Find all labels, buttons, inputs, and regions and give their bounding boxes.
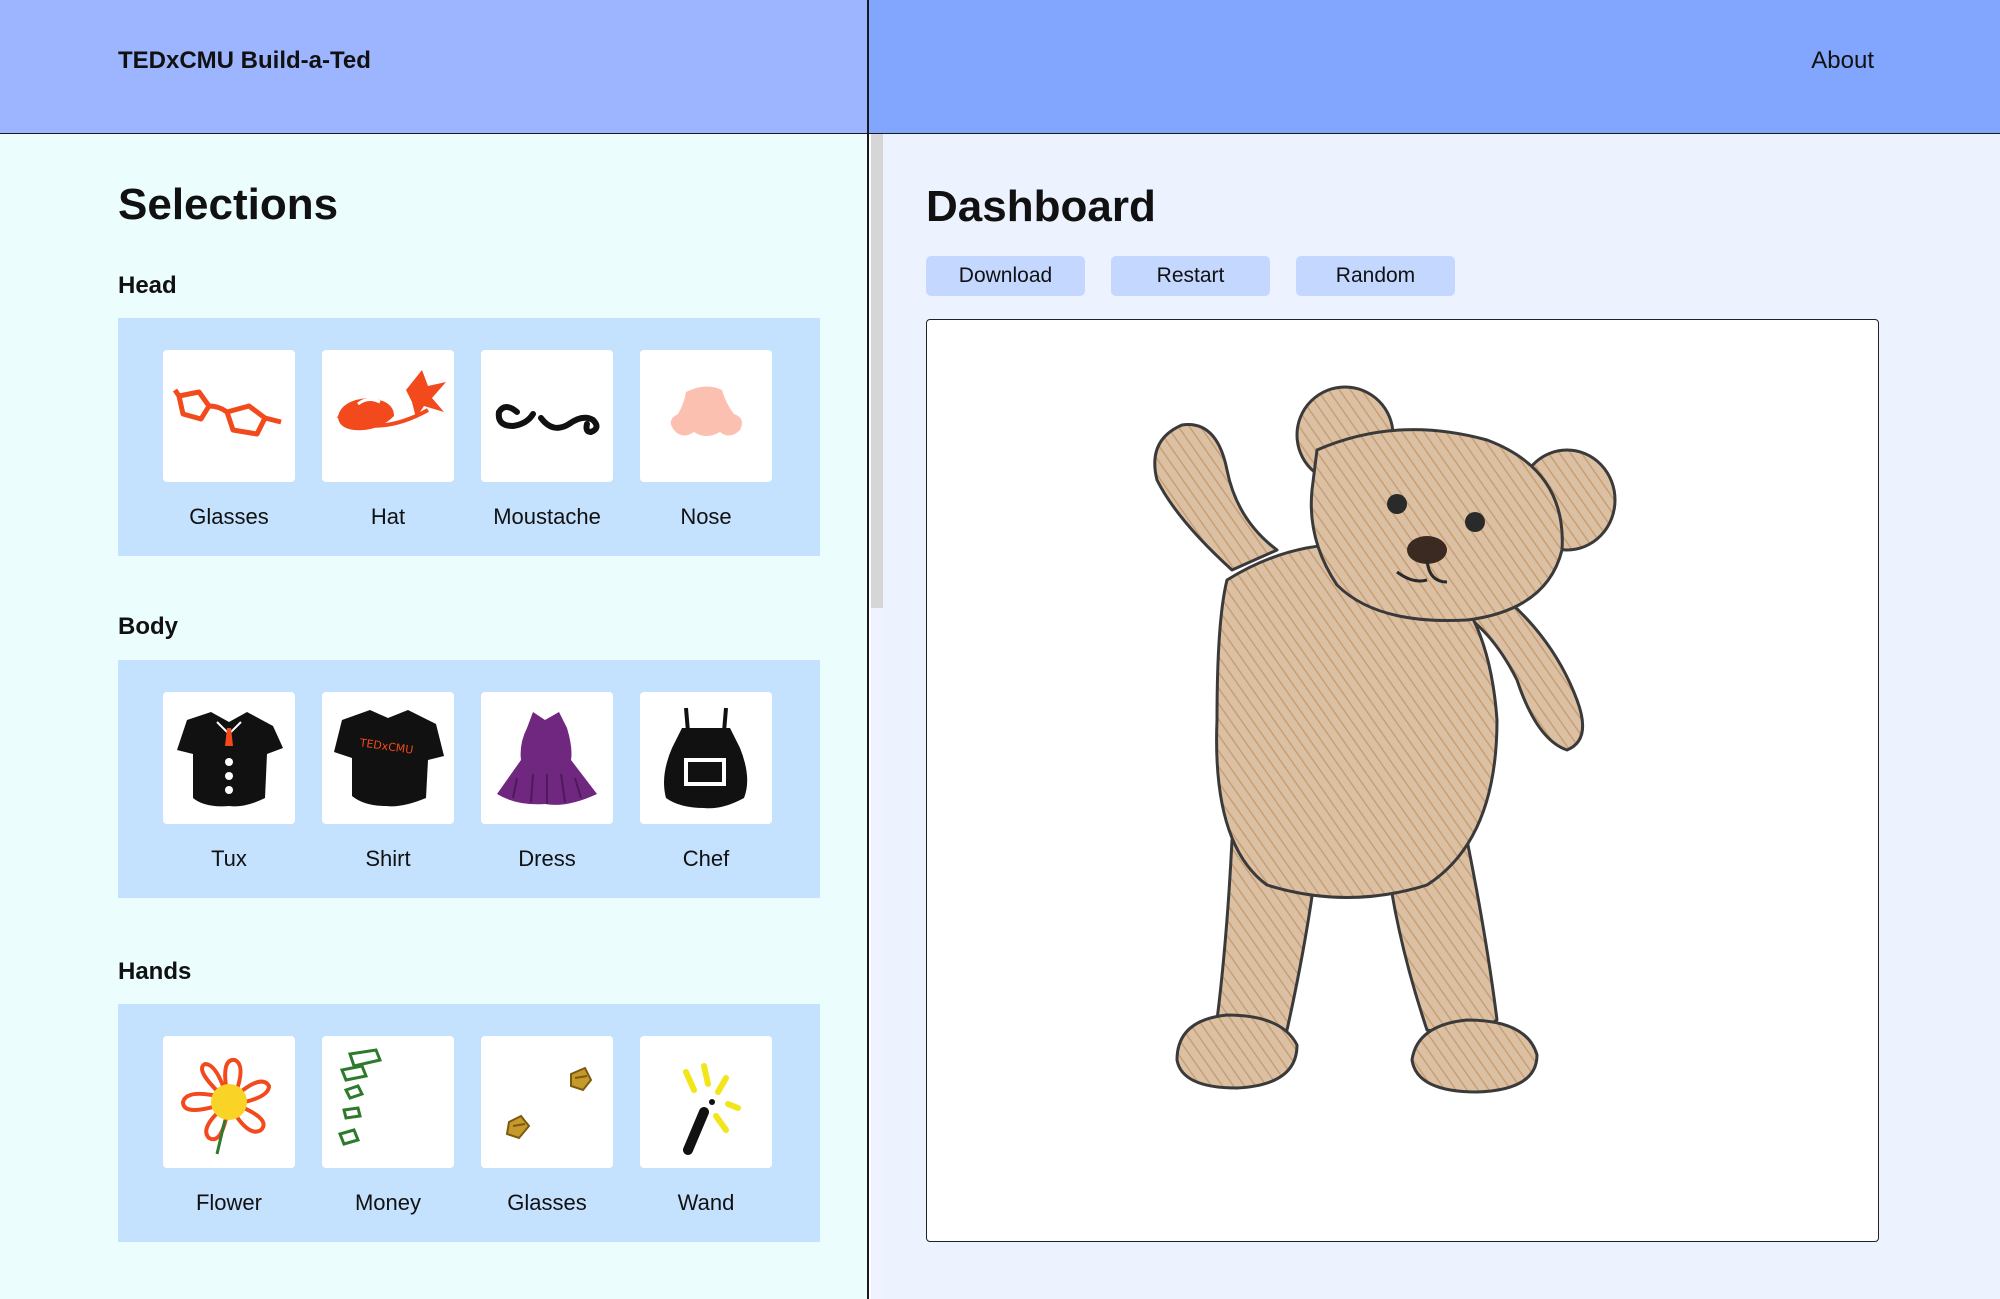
item-body-dress[interactable]: Dress	[481, 692, 613, 872]
item-body-tux[interactable]: Tux	[163, 692, 295, 872]
item-label: Shirt	[365, 846, 411, 871]
item-body-shirt[interactable]: TEDxCMU Shirt	[322, 692, 454, 872]
item-label: Flower	[195, 1190, 262, 1215]
item-hands-glasses[interactable]: Glasses	[481, 1036, 613, 1216]
header-right: About	[869, 0, 2000, 134]
section-label-body: Body	[118, 613, 178, 640]
random-button[interactable]: Random	[1296, 256, 1455, 296]
red-glasses-icon	[172, 388, 282, 437]
item-head-hat[interactable]: Hat	[322, 350, 454, 530]
head-hat-thumb	[322, 350, 454, 482]
head-glasses-thumb	[163, 350, 295, 482]
head-moustache-thumb	[481, 350, 613, 482]
item-head-glasses[interactable]: Glasses	[163, 350, 295, 530]
chef-apron-icon	[664, 707, 748, 809]
hands-wand-thumb	[640, 1036, 772, 1168]
item-label: Money	[354, 1190, 422, 1215]
body-chef-thumb	[640, 692, 772, 824]
hands-flower-thumb	[163, 1036, 295, 1168]
hands-money-thumb	[322, 1036, 454, 1168]
hands-glasses-thumb	[481, 1036, 613, 1168]
item-label: Nose	[680, 504, 732, 529]
teddy-bear-illustration	[1153, 385, 1617, 1094]
flower-icon	[180, 1057, 272, 1155]
tux-icon	[177, 712, 283, 807]
item-label: Hat	[370, 504, 406, 529]
body-dress-thumb	[481, 692, 613, 824]
item-label: Moustache	[493, 504, 601, 529]
item-head-moustache[interactable]: Moustache	[481, 350, 613, 530]
section-body: Tux TEDxCMU Shirt Dress Chef	[118, 660, 820, 898]
section-head: Glasses Hat Moustache Nose	[118, 318, 820, 556]
item-head-nose[interactable]: Nose	[640, 350, 772, 530]
moustache-icon	[495, 404, 600, 436]
body-shirt-thumb: TEDxCMU	[322, 692, 454, 824]
shirt-icon: TEDxCMU	[334, 710, 444, 807]
item-body-chef[interactable]: Chef	[640, 692, 772, 872]
gold-glasses-icon	[505, 1066, 593, 1140]
about-link[interactable]: About	[1811, 47, 1874, 75]
section-label-head: Head	[118, 272, 177, 299]
item-label: Glasses	[189, 504, 269, 529]
item-hands-money[interactable]: Money	[322, 1036, 454, 1216]
item-label: Tux	[211, 846, 247, 871]
wand-icon	[683, 1063, 741, 1155]
bear-canvas[interactable]	[926, 319, 1879, 1242]
header-left: TEDxCMU Build-a-Ted	[0, 0, 869, 134]
selections-title: Selections	[118, 180, 339, 229]
section-hands: Flower Money Glasses Wand	[118, 1004, 820, 1242]
pink-nose-icon	[670, 386, 742, 436]
download-button[interactable]: Download	[926, 256, 1085, 296]
body-tux-thumb	[163, 692, 295, 824]
item-label: Glasses	[507, 1190, 587, 1215]
item-hands-flower[interactable]: Flower	[163, 1036, 295, 1216]
item-hands-wand[interactable]: Wand	[640, 1036, 772, 1216]
section-label-hands: Hands	[118, 958, 192, 985]
dashboard-title: Dashboard	[926, 182, 1156, 231]
money-icon	[337, 1048, 383, 1146]
dress-icon	[497, 712, 597, 805]
scroll-thumb[interactable]	[871, 134, 883, 608]
item-label: Chef	[682, 846, 730, 871]
app-title[interactable]: TEDxCMU Build-a-Ted	[118, 47, 371, 75]
item-label: Wand	[677, 1190, 735, 1215]
scrollbar[interactable]	[871, 134, 883, 1299]
red-hat-icon	[337, 370, 446, 431]
item-label: Dress	[518, 846, 576, 871]
restart-button[interactable]: Restart	[1111, 256, 1270, 296]
head-nose-thumb	[640, 350, 772, 482]
